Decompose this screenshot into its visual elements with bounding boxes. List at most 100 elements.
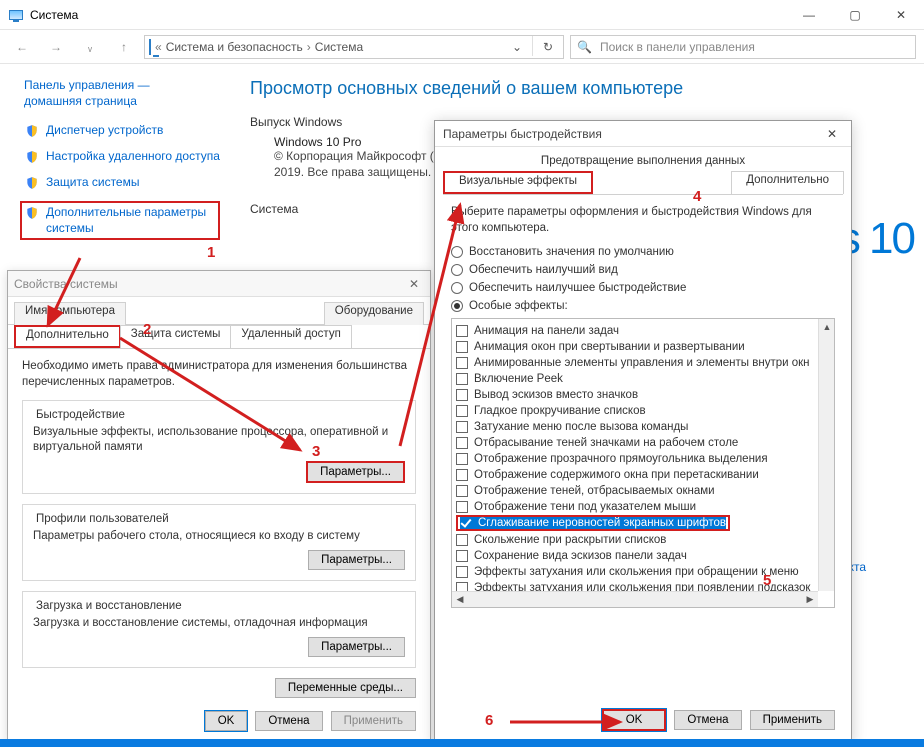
effect-item[interactable]: Анимация на панели задач [456, 323, 834, 339]
system-properties-dialog: Свойства системы ✕ Имя компьютера Оборуд… [7, 270, 431, 742]
effect-label: Анимация окон при свертывании и разверты… [474, 341, 745, 353]
sidebar-item-label: Защита системы [46, 175, 139, 191]
sysprops-cancel-button[interactable]: Отмена [255, 711, 322, 731]
sidebar-item-label: Диспетчер устройств [46, 123, 163, 139]
performance-params-button[interactable]: Параметры... [306, 461, 405, 483]
sidebar-item-remote-access[interactable]: Настройка удаленного доступа [24, 149, 220, 165]
effect-item[interactable]: Эффекты затухания или скольжения при обр… [456, 564, 834, 580]
checkbox-icon[interactable] [456, 437, 468, 449]
window-titlebar: Система — ▢ ✕ [0, 0, 924, 30]
scroll-up-icon[interactable]: ▲ [819, 319, 835, 335]
sysprops-apply-button[interactable]: Применить [331, 711, 416, 731]
nav-recent-button[interactable]: ᵥ [76, 35, 104, 59]
tab-hardware[interactable]: Оборудование [324, 302, 424, 325]
effects-list[interactable]: Анимация на панели задач Анимация окон пр… [451, 318, 835, 608]
perf-radio-option[interactable]: Обеспечить наилучший вид [451, 264, 835, 276]
environment-variables-button[interactable]: Переменные среды... [275, 678, 416, 698]
nav-forward-button[interactable]: → [42, 35, 70, 59]
annotation-number: 5 [763, 572, 771, 589]
effect-item[interactable]: Отбрасывание теней значками на рабочем с… [456, 435, 834, 451]
checkbox-icon[interactable] [456, 405, 468, 417]
checkbox-icon[interactable] [456, 421, 468, 433]
scroll-right-icon[interactable]: ▶ [802, 592, 818, 608]
window-maximize-button[interactable]: ▢ [832, 0, 878, 30]
address-bar[interactable]: « Система и безопасность › Система ⌄ ↻ [144, 35, 564, 59]
dialog-title: Свойства системы [14, 277, 404, 291]
breadcrumb-2[interactable]: Система [315, 40, 363, 54]
breadcrumb-root-chevron[interactable]: « [155, 40, 162, 54]
sidebar-item-advanced-system[interactable]: Дополнительные параметры системы [20, 201, 220, 240]
scroll-left-icon[interactable]: ◀ [452, 592, 468, 608]
group-title: Быстродействие [33, 409, 128, 421]
search-box[interactable]: 🔍 [570, 35, 916, 59]
tab-visual-effects[interactable]: Визуальные эффекты [443, 171, 593, 194]
checkbox-icon[interactable] [456, 325, 468, 337]
address-refresh-button[interactable]: ↻ [537, 36, 559, 58]
sidebar-item-device-manager[interactable]: Диспетчер устройств [24, 123, 220, 139]
effect-item[interactable]: Анимация окон при свертывании и разверты… [456, 339, 834, 355]
tab-remote[interactable]: Удаленный доступ [230, 325, 351, 348]
dialog-close-button[interactable]: ✕ [404, 277, 424, 291]
window-minimize-button[interactable]: — [786, 0, 832, 30]
effect-item[interactable]: Затухание меню после вызова команды [456, 419, 834, 435]
effect-item[interactable]: Отображение теней, отбрасываемых окнами [456, 483, 834, 499]
sysprops-ok-button[interactable]: OK [205, 711, 248, 731]
perf-cancel-button[interactable]: Отмена [674, 710, 741, 730]
checkbox-icon[interactable] [456, 357, 468, 369]
checkbox-icon[interactable] [456, 469, 468, 481]
radio-label: Обеспечить наилучший вид [469, 264, 618, 276]
tab-system-protection[interactable]: Защита системы [120, 325, 232, 348]
checkbox-icon[interactable] [456, 534, 468, 546]
radio-label: Особые эффекты: [469, 300, 568, 312]
checkbox-icon[interactable] [456, 341, 468, 353]
shield-icon [24, 175, 40, 191]
checkbox-icon[interactable] [456, 453, 468, 465]
effect-item[interactable]: Анимированные элементы управления и элем… [456, 355, 834, 371]
effect-label: Отображение теней, отбрасываемых окнами [474, 485, 715, 497]
profiles-params-button[interactable]: Параметры... [308, 550, 405, 570]
checkbox-icon[interactable] [456, 389, 468, 401]
perf-radio-option[interactable]: Восстановить значения по умолчанию [451, 246, 835, 258]
nav-back-button[interactable]: ← [8, 35, 36, 59]
checkbox-icon[interactable] [456, 485, 468, 497]
startup-params-button[interactable]: Параметры... [308, 637, 405, 657]
effect-item[interactable]: Отображение тени под указателем мыши [456, 499, 834, 515]
window-close-button[interactable]: ✕ [878, 0, 924, 30]
effect-item[interactable]: Скольжение при раскрытии списков [456, 532, 834, 548]
perf-radio-option[interactable]: Обеспечить наилучшее быстродействие [451, 282, 835, 294]
sidebar-item-system-protection[interactable]: Защита системы [24, 175, 220, 191]
breadcrumb-1[interactable]: Система и безопасность [166, 40, 303, 54]
effect-item[interactable]: Вывод эскизов вместо значков [456, 387, 834, 403]
checkbox-icon[interactable] [456, 566, 468, 578]
tab-additional[interactable]: Дополнительно [731, 171, 844, 194]
effect-item[interactable]: Включение Peek [456, 371, 834, 387]
group-text: Параметры рабочего стола, относящиеся ко… [33, 529, 405, 544]
effect-item[interactable]: Гладкое прокручивание списков [456, 403, 834, 419]
effect-item[interactable]: Сглаживание неровностей экранных шрифтов [460, 515, 726, 531]
shield-icon [24, 123, 40, 139]
shield-icon [24, 205, 40, 221]
effect-label: Включение Peek [474, 373, 563, 385]
effect-item[interactable]: Отображение содержимого окна при перетас… [456, 467, 834, 483]
tab-computer-name[interactable]: Имя компьютера [14, 302, 126, 325]
horizontal-scrollbar[interactable]: ◀ ▶ [452, 591, 818, 607]
effect-item[interactable]: Отображение прозрачного прямоугольника в… [456, 451, 834, 467]
search-input[interactable] [598, 39, 909, 55]
perf-ok-button[interactable]: OK [602, 709, 667, 731]
checkbox-icon[interactable] [456, 501, 468, 513]
checkbox-icon[interactable] [456, 373, 468, 385]
window-title: Система [30, 8, 78, 22]
tab-dep[interactable]: Предотвращение выполнения данных [435, 147, 851, 167]
checkbox-icon[interactable] [460, 517, 472, 529]
perf-radio-option[interactable]: Особые эффекты: [451, 300, 835, 312]
nav-up-button[interactable]: ↑ [110, 35, 138, 59]
effect-item[interactable]: Сохранение вида эскизов панели задач [456, 548, 834, 564]
vertical-scrollbar[interactable]: ▲ [818, 319, 834, 591]
perf-apply-button[interactable]: Применить [750, 710, 835, 730]
control-panel-home-link[interactable]: Панель управления —домашняя страница [24, 78, 220, 109]
tab-advanced[interactable]: Дополнительно [14, 325, 121, 348]
group-text: Загрузка и восстановление системы, отлад… [33, 616, 405, 631]
dialog-close-button[interactable]: ✕ [821, 127, 843, 141]
address-dropdown-button[interactable]: ⌄ [506, 36, 528, 58]
checkbox-icon[interactable] [456, 550, 468, 562]
